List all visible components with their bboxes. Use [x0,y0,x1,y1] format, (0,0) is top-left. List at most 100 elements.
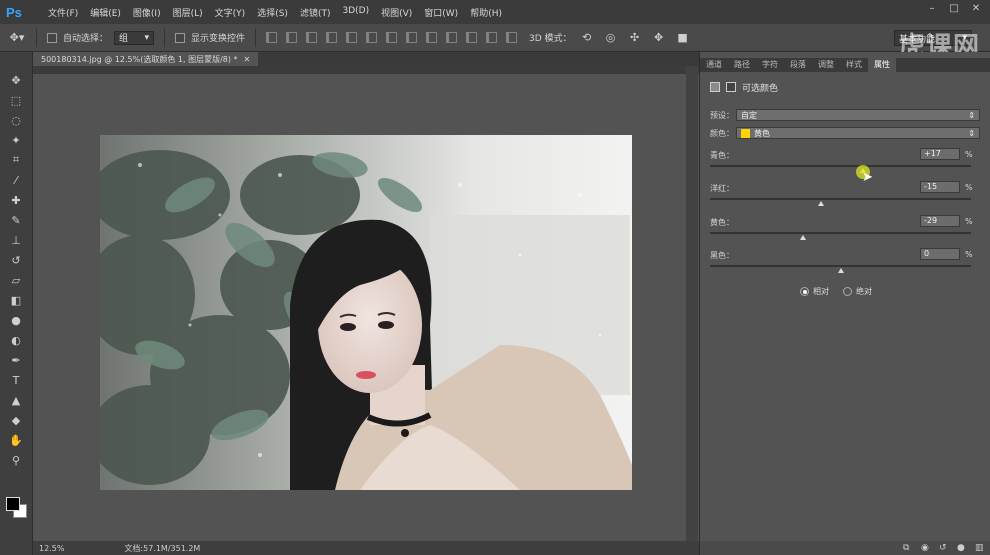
magenta-slider-track[interactable] [710,198,971,200]
close-icon[interactable]: ✕ [968,3,984,15]
distribute-left-icon[interactable] [446,32,458,43]
3d-scale-icon[interactable]: ■ [674,30,692,46]
zoom-level[interactable]: 12.5% [39,544,64,553]
magenta-value-input[interactable]: -15 [920,181,960,193]
distribute-top-icon[interactable] [386,32,398,43]
close-tab-icon[interactable]: ✕ [244,55,251,64]
document-tab[interactable]: 500180314.jpg @ 12.5%(选取颜色 1, 图层蒙版/8) * … [33,52,259,66]
magic-wand-icon[interactable]: ✦ [7,132,25,148]
shape-tool-icon[interactable]: ◆ [7,412,25,428]
menu-view[interactable]: 视图(V) [375,6,418,19]
zoom-tool-icon[interactable]: ⚲ [7,452,25,468]
tab-adjustments[interactable]: 调整 [812,58,840,72]
menu-3d[interactable]: 3D(D) [336,6,375,19]
absolute-option[interactable]: 绝对 [843,286,872,297]
tab-paths[interactable]: 路径 [728,58,756,72]
align-vcenter-icon[interactable] [286,32,298,43]
menu-type[interactable]: 文字(Y) [209,6,252,19]
distribute-right-icon[interactable] [486,32,498,43]
eraser-tool-icon[interactable]: ▱ [7,272,25,288]
yellow-slider-track[interactable] [710,232,971,234]
tab-paragraph[interactable]: 段落 [784,58,812,72]
auto-align-icon[interactable] [506,32,518,43]
color-dropdown[interactable]: 黄色 ⇕ [736,127,980,139]
auto-select-checkbox[interactable] [47,32,57,43]
auto-select-dropdown[interactable]: 组 ▾ [114,30,155,45]
menu-select[interactable]: 选择(S) [251,6,294,19]
relative-option[interactable]: 相对 [800,286,829,297]
vertical-scrollbar[interactable] [686,66,698,541]
yellow-slider-thumb[interactable] [799,235,806,240]
crop-tool-icon[interactable]: ⌗ [7,152,25,168]
black-slider-track[interactable] [710,265,971,267]
align-hcenter-icon[interactable] [346,32,358,43]
3d-rotate-icon[interactable]: ⟲ [578,30,596,46]
foreground-color-swatch[interactable] [6,497,20,511]
tab-styles[interactable]: 样式 [840,58,868,72]
reset-icon[interactable]: ↺ [939,543,949,553]
menu-window[interactable]: 窗口(W) [418,6,464,19]
absolute-radio[interactable] [843,287,852,296]
menu-filter[interactable]: 滤镜(T) [294,6,337,19]
type-tool-icon[interactable]: T [7,372,25,388]
3d-drag-icon[interactable]: ✣ [626,30,644,46]
menu-image[interactable]: 图像(I) [127,6,167,19]
cyan-percent: % [965,150,973,159]
adjustment-layer-icon[interactable] [710,82,720,92]
healing-brush-icon[interactable]: ✚ [7,192,25,208]
blur-tool-icon[interactable]: ● [7,312,25,328]
relative-radio[interactable] [800,287,809,296]
menu-layer[interactable]: 图层(L) [167,6,209,19]
tab-channels[interactable]: 通道 [700,58,728,72]
tab-character[interactable]: 字符 [756,58,784,72]
distribute-hcenter-icon[interactable] [466,32,478,43]
document-photo[interactable] [100,135,632,490]
history-brush-icon[interactable]: ↺ [7,252,25,268]
black-value-input[interactable]: 0 [920,248,960,260]
gradient-tool-icon[interactable]: ◧ [7,292,25,308]
properties-panel: 通道 路径 字符 段落 调整 样式 属性 可选颜色 预设： 自定 ⇕ 颜色： 黄色… [699,52,990,555]
marquee-tool-icon[interactable]: ⬚ [7,92,25,108]
menu-edit[interactable]: 编辑(E) [84,6,127,19]
delete-icon[interactable]: ▥ [975,543,985,553]
clone-stamp-icon[interactable]: ⊥ [7,232,25,248]
minimize-icon[interactable]: – [924,3,940,15]
align-right-icon[interactable] [366,32,378,43]
cyan-value-input[interactable]: +17 [920,148,960,160]
align-buttons [266,32,518,43]
align-top-icon[interactable] [266,32,278,43]
distribute-bottom-icon[interactable] [426,32,438,43]
menu-help[interactable]: 帮助(H) [464,6,508,19]
black-label: 黑色： [710,251,734,260]
distribute-vcenter-icon[interactable] [406,32,418,43]
show-transform-checkbox[interactable] [175,32,186,43]
3d-roll-icon[interactable]: ◎ [602,30,620,46]
magenta-slider-thumb[interactable] [817,201,824,206]
color-label: 颜色： [710,128,734,138]
visibility-icon[interactable]: ● [957,543,967,553]
3d-slide-icon[interactable]: ✥ [650,30,668,46]
view-previous-icon[interactable]: ◉ [921,543,931,553]
preset-dropdown[interactable]: 自定 ⇕ [736,109,980,121]
yellow-value-input[interactable]: -29 [920,215,960,227]
lasso-tool-icon[interactable]: ◌ [7,112,25,128]
layer-mask-icon[interactable] [726,82,736,92]
eyedropper-icon[interactable]: ⁄ [7,172,25,188]
move-tool-icon[interactable]: ✥ [7,72,25,88]
dodge-tool-icon[interactable]: ◐ [7,332,25,348]
black-slider-thumb[interactable] [837,268,844,273]
color-value: 黄色 [754,128,770,138]
brush-tool-icon[interactable]: ✎ [7,212,25,228]
menu-file[interactable]: 文件(F) [42,6,84,19]
clip-to-layer-icon[interactable]: ⧉ [903,543,913,553]
align-bottom-icon[interactable] [306,32,318,43]
pen-tool-icon[interactable]: ✒ [7,352,25,368]
magenta-percent: % [965,183,973,192]
align-left-icon[interactable] [326,32,338,43]
cyan-slider-track[interactable] [710,165,971,167]
move-tool-preset-icon[interactable]: ✥▾ [8,30,26,46]
path-select-icon[interactable]: ▲ [7,392,25,408]
hand-tool-icon[interactable]: ✋ [7,432,25,448]
tab-properties[interactable]: 属性 [868,58,896,72]
maximize-icon[interactable]: □ [946,3,962,15]
